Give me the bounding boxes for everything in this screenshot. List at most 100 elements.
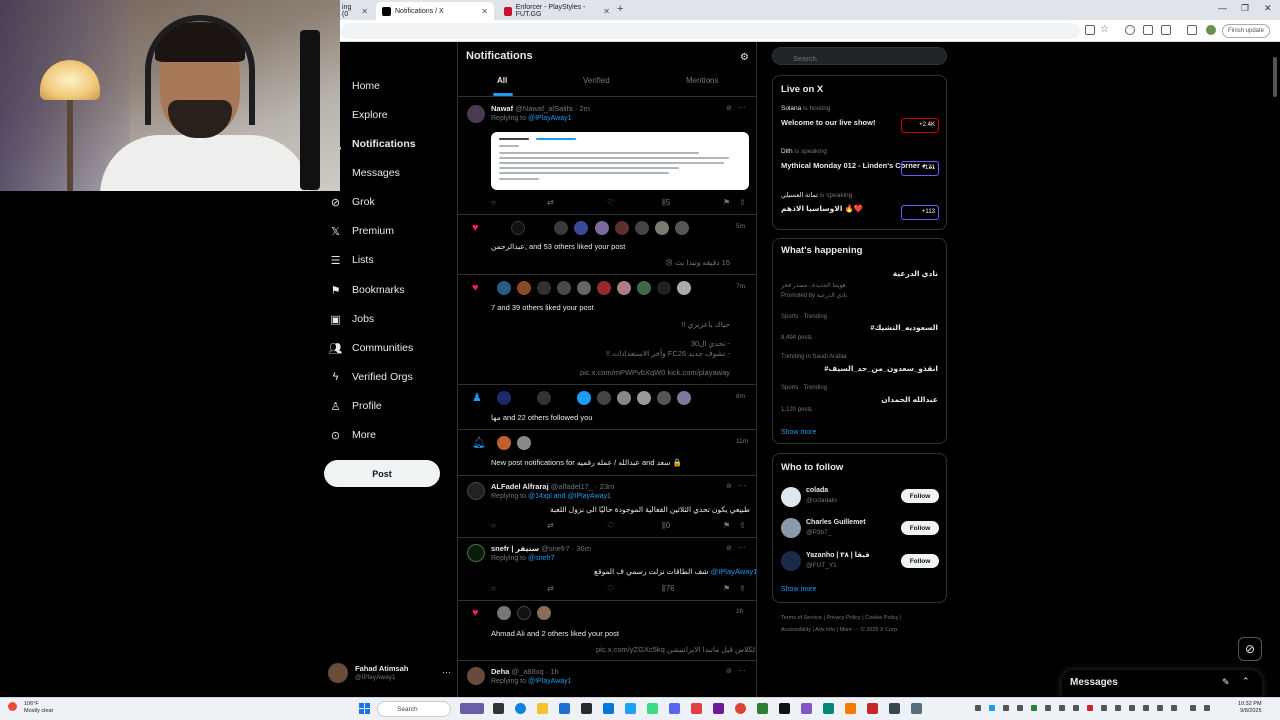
views-count[interactable]: ⫼ 0 [662,521,670,531]
wifi-icon[interactable] [1190,705,1196,711]
app-icon[interactable] [625,703,636,714]
more-dots-icon[interactable]: ··· [738,543,746,552]
share-icon[interactable]: ⇪ [739,521,746,530]
app-icon[interactable] [889,703,900,714]
bookmark-icon[interactable]: ⚑ [723,521,730,530]
follow-button[interactable]: Follow [901,521,939,535]
avatar[interactable] [781,487,801,507]
taskbar-search[interactable]: Search [377,701,451,717]
like-icon[interactable]: ♡ [607,584,614,593]
tray-icon[interactable] [1003,705,1009,711]
mention-link[interactable]: @IPlayAway1 [528,115,572,122]
space-title[interactable]: الاوساسيا الاذهم 🔥❤️ [781,204,863,213]
notification-reply[interactable]: Deha @_a88xq · 1h ⊘ ··· Replying to @IPl… [458,661,756,697]
more-dots-icon[interactable]: ··· [738,666,746,675]
retweet-icon[interactable]: ⇄ [547,521,554,530]
sidebar-icon[interactable] [1187,25,1197,35]
app-icon[interactable] [460,703,484,714]
tray-icon[interactable] [975,705,981,711]
share-icon[interactable]: ⇪ [739,584,746,593]
footer-line[interactable]: Terms of Service | Privacy Policy | Cook… [781,612,951,624]
app-icon[interactable] [493,703,504,714]
tray-icon[interactable] [1143,705,1149,711]
messages-drawer[interactable]: Messages ✎ ⌃ [1062,670,1262,698]
share-icon[interactable]: ⇪ [739,198,746,207]
app-icon[interactable] [559,703,570,714]
bookmark-icon[interactable]: ⚑ [723,198,730,207]
app-icon[interactable] [911,703,922,714]
reply-icon[interactable]: ○ [491,584,496,593]
chevron-up-icon[interactable] [1171,705,1177,711]
close-tab-icon[interactable]: ✕ [603,7,610,16]
mention-link[interactable]: @snefr7 [528,555,555,562]
profile-avatar[interactable] [1206,25,1216,35]
notification-like[interactable]: ♥ 7m 7 and 39 others liked your post حيا… [458,275,756,385]
star-icon[interactable]: ☆ [1100,24,1109,35]
tray-icon[interactable] [1157,705,1163,711]
avatar[interactable] [781,551,801,571]
liked-post-link[interactable]: pic.x.com/mPWPvbXqW0 kick.com/playaway [580,368,730,377]
tray-icon[interactable] [1059,705,1065,711]
browser-tab-active[interactable]: Notifications / X ✕ [376,2,494,20]
footer-line[interactable]: Accessibility | Ads info | More ··· © 20… [781,624,951,636]
app-icon[interactable] [603,703,614,714]
browser-tab[interactable]: Enforcer - PlayStyles - FUT.GG ✕ [498,2,616,20]
tray-icon[interactable] [1087,705,1093,711]
notification-follow[interactable]: ♟ 8m مها and 22 others followed you [458,385,756,430]
show-more-link[interactable]: Show more [781,586,816,593]
tray-icon[interactable] [1115,705,1121,711]
nav-more[interactable]: ⊙ More [329,424,376,446]
liked-post-link[interactable]: pic.x.com/yZGXc5kq [596,645,665,654]
grok-icon[interactable]: ⊘ [726,482,732,490]
reply-icon[interactable]: ○ [491,198,496,207]
weather-widget[interactable]: 106°F Mostly clear [8,701,53,715]
space-title[interactable]: Welcome to our live show! [781,118,875,127]
app-icon[interactable] [801,703,812,714]
address-bar[interactable] [340,23,1080,39]
views-count[interactable]: ⫼ 5 [662,198,670,208]
tab-mentions[interactable]: Mentions [686,76,718,85]
tweet-image[interactable] [491,132,749,190]
mention-link[interactable]: @14xpl and @IPlayAway1 [528,493,611,500]
tab-all[interactable]: All [497,76,507,85]
follow-button[interactable]: Follow [901,554,939,568]
search-input[interactable] [772,47,947,65]
listener-count[interactable]: +131 [901,161,939,176]
post-button[interactable]: Post [324,460,440,487]
user-name[interactable]: colada [806,487,828,494]
account-switcher[interactable]: Fahad Atimsah @IPlayAway1 ··· [328,661,454,687]
nav-lists[interactable]: ☰ Lists [329,249,374,271]
discord-icon[interactable] [669,703,680,714]
volume-icon[interactable] [1204,705,1210,711]
like-icon[interactable]: ♡ [607,198,614,207]
scrollbar-thumb[interactable] [1273,57,1277,97]
app-icon[interactable] [867,703,878,714]
file-explorer-icon[interactable] [537,703,548,714]
more-dots-icon[interactable]: ··· [442,667,451,677]
app-icon[interactable] [713,703,724,714]
close-window-icon[interactable]: ✕ [1264,3,1272,14]
chevron-up-icon[interactable]: ⌃ [1242,676,1250,687]
trend-name[interactable]: عبدالله الحمدان [881,395,938,404]
mention-link[interactable]: @IPlayAway1 [528,678,572,685]
nav-premium[interactable]: 𝕏 Premium [329,220,394,242]
system-clock[interactable]: 10:32 PM 9/8/2025 [1238,701,1262,715]
scrollbar[interactable] [1273,45,1277,695]
app-icon[interactable] [691,703,702,714]
notification-like[interactable]: ♥ 1h Ahmad Ali and 2 others liked your p… [458,601,756,661]
app-icon[interactable] [823,703,834,714]
notification-like[interactable]: ♥ 5m عبدالرحمن, and 53 others liked your… [458,215,756,275]
windows-start-icon[interactable] [359,703,370,714]
avatar[interactable] [781,518,801,538]
nav-bookmarks[interactable]: ⚑ Bookmarks [329,279,405,301]
nav-notifications[interactable]: 🔔︎ Notifications [329,133,416,155]
grok-icon[interactable]: ⊘ [726,104,732,112]
user-name[interactable]: Yazanho | ۳۸ | قيقا [806,551,870,559]
tray-icon[interactable] [1129,705,1135,711]
grok-float-icon[interactable]: ⊘ [1238,637,1262,661]
grok-icon[interactable]: ⊘ [726,544,732,552]
nav-grok[interactable]: ⊘ Grok [329,191,375,213]
tray-icon[interactable] [1045,705,1051,711]
promoted-name[interactable]: نادي الدرعية [893,269,938,278]
trend-name[interactable]: #انقذو_سعدون_من_حد_السيف [824,364,938,373]
